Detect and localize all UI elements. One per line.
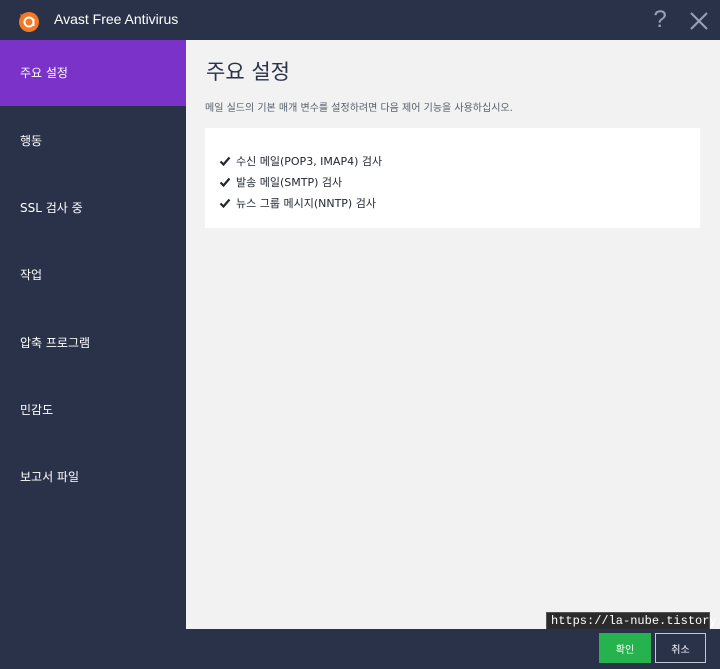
sidebar-item-main-settings[interactable]: 주요 설정 [0, 40, 186, 106]
app-title: Avast Free Antivirus [54, 11, 179, 27]
sidebar-item-report-file[interactable]: 보고서 파일 [0, 444, 186, 510]
option-scan-outbound-mail[interactable]: 발송 메일(SMTP) 검사 [219, 174, 342, 190]
checkmark-icon[interactable] [219, 176, 231, 188]
sidebar-item-label: 압축 프로그램 [20, 336, 91, 350]
footer-bar: 확인 취소 [0, 629, 720, 669]
watermark-url: https://la-nube.tistory.com [546, 612, 720, 630]
sidebar-item-packers[interactable]: 압축 프로그램 [0, 310, 186, 376]
title-bar: Avast Free Antivirus ? [0, 0, 720, 40]
sidebar-item-sensitivity[interactable]: 민감도 [0, 377, 186, 443]
option-scan-newsgroup-messages[interactable]: 뉴스 그룹 메시지(NNTP) 검사 [219, 195, 376, 211]
checkmark-icon[interactable] [219, 197, 231, 209]
sidebar-item-label: 작업 [20, 268, 43, 282]
page-title: 주요 설정 [206, 60, 290, 84]
sidebar-item-label: 보고서 파일 [20, 470, 80, 484]
close-icon [690, 12, 708, 30]
sidebar-item-label: 민감도 [20, 403, 54, 417]
sidebar-item-actions[interactable]: 작업 [0, 242, 186, 308]
avast-logo-icon [19, 12, 39, 32]
sidebar-item-label: 주요 설정 [20, 66, 68, 80]
option-label: 발송 메일(SMTP) 검사 [236, 176, 343, 189]
page-description: 메일 실드의 기본 매개 변수를 설정하려면 다음 제어 기능을 사용하십시오. [205, 103, 513, 114]
option-label: 수신 메일(POP3, IMAP4) 검사 [236, 155, 383, 168]
option-scan-inbound-mail[interactable]: 수신 메일(POP3, IMAP4) 검사 [219, 153, 382, 169]
close-button[interactable] [686, 8, 712, 34]
sidebar: 주요 설정 행동 SSL 검사 중 작업 압축 프로그램 민감도 보고서 파일 [0, 40, 186, 629]
question-mark-icon: ? [653, 6, 667, 33]
cancel-button[interactable]: 취소 [655, 633, 706, 663]
help-button[interactable]: ? [648, 6, 672, 34]
ok-button[interactable]: 확인 [599, 633, 651, 663]
checkmark-icon[interactable] [219, 155, 231, 167]
main-content: 주요 설정 메일 실드의 기본 매개 변수를 설정하려면 다음 제어 기능을 사… [186, 40, 720, 629]
sidebar-item-behavior[interactable]: 행동 [0, 108, 186, 174]
option-label: 뉴스 그룹 메시지(NNTP) 검사 [236, 197, 376, 210]
sidebar-item-label: 행동 [20, 134, 43, 148]
sidebar-item-label: SSL 검사 중 [20, 201, 83, 215]
options-panel: 수신 메일(POP3, IMAP4) 검사 발송 메일(SMTP) 검사 뉴스 … [205, 128, 700, 228]
sidebar-item-ssl-scanning[interactable]: SSL 검사 중 [0, 175, 186, 241]
